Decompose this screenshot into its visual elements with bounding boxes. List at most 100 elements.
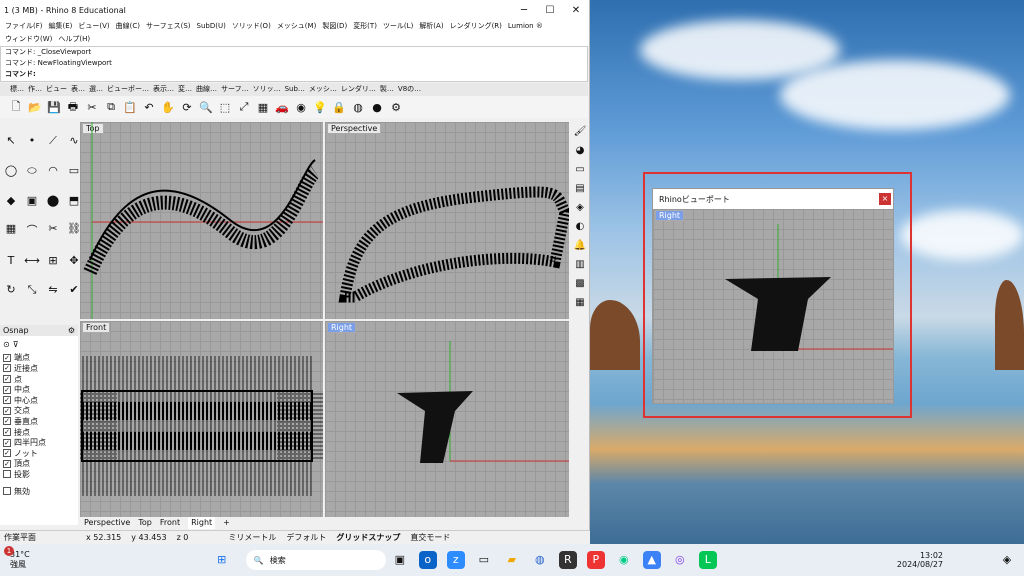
viewport-right[interactable]: Right xyxy=(325,321,569,517)
copy-icon[interactable]: ⧉ xyxy=(103,100,119,114)
osnap-near[interactable]: ✓ 近接点 xyxy=(0,363,78,374)
edge-icon[interactable]: ◍ xyxy=(531,551,549,569)
menu-lumion[interactable]: Lumion ® xyxy=(505,20,546,33)
osnap-int-check[interactable]: ✓ xyxy=(3,406,11,415)
menu-curve[interactable]: 曲線(C) xyxy=(113,20,143,33)
osnap-knot[interactable]: ✓ ノット xyxy=(0,448,78,459)
tab-13[interactable]: レンダリ… xyxy=(341,83,376,96)
brush-icon[interactable]: 🖌 xyxy=(574,126,587,137)
tab-8[interactable]: 曲線… xyxy=(196,83,217,96)
osnap-project[interactable]: 投影 xyxy=(0,469,78,480)
mirror-icon[interactable]: ⇋ xyxy=(44,283,62,310)
polyline-icon[interactable]: ⟋ xyxy=(44,134,62,161)
menu-tools[interactable]: ツール(L) xyxy=(380,20,416,33)
osnap-end[interactable]: ✓ 端点 xyxy=(0,353,78,364)
sphere-icon[interactable]: ⬤ xyxy=(44,194,62,220)
zoom-extents-icon[interactable]: ⤢ xyxy=(236,100,252,114)
vp-tab-right[interactable]: Right xyxy=(188,517,216,529)
tab-11[interactable]: Sub… xyxy=(285,83,305,96)
osnap-int[interactable]: ✓ 交点 xyxy=(0,406,78,417)
tab-15[interactable]: V8の… xyxy=(398,83,421,96)
menu-surface[interactable]: サーフェス(S) xyxy=(143,20,194,33)
zoom-window-icon[interactable]: ⬚ xyxy=(217,101,233,114)
vp-tab-perspective[interactable]: Perspective xyxy=(84,517,130,529)
menu-edit[interactable]: 編集(E) xyxy=(46,20,76,33)
osnap-vertex-check[interactable]: ✓ xyxy=(3,459,11,468)
minimize-button[interactable]: ─ xyxy=(511,5,537,16)
tab-0[interactable]: 標… xyxy=(10,83,24,96)
print-icon[interactable]: 🖶 xyxy=(65,98,81,117)
line-app-icon[interactable]: L xyxy=(698,551,717,569)
gear-icon[interactable]: ⚙ xyxy=(388,101,404,114)
osnap-center[interactable]: ✓ 中心点 xyxy=(0,395,78,406)
trim-icon[interactable]: ✂ xyxy=(44,222,62,251)
menu-transform[interactable]: 変形(T) xyxy=(350,20,380,33)
osnap-point-check[interactable]: ✓ xyxy=(3,375,11,384)
tab-3[interactable]: 表… xyxy=(71,83,85,96)
box-icon[interactable]: ▣ xyxy=(23,194,41,220)
osnap-point[interactable]: ✓ 点 xyxy=(0,374,78,385)
color-wheel-icon[interactable]: ◍ xyxy=(350,101,366,114)
tab-7[interactable]: 変… xyxy=(178,83,192,96)
osnap-perp-check[interactable]: ✓ xyxy=(3,417,11,426)
menu-window[interactable]: ウィンドウ(W) xyxy=(2,33,55,46)
osnap-near-check[interactable]: ✓ xyxy=(3,364,11,373)
tab-4[interactable]: 選… xyxy=(89,83,103,96)
render-icon[interactable]: ● xyxy=(369,101,385,114)
viewport-perspective[interactable]: Perspective xyxy=(325,122,569,319)
array-icon[interactable]: ⊞ xyxy=(44,254,62,280)
settings-icon[interactable]: ⚙ xyxy=(68,326,75,335)
osnap-mid[interactable]: ✓ 中点 xyxy=(0,384,78,395)
float-viewport[interactable]: Right xyxy=(653,209,893,403)
gridsnap-toggle[interactable]: グリッドスナップ xyxy=(336,531,400,544)
undo-icon[interactable]: ↶ xyxy=(141,101,157,114)
osnap-knot-check[interactable]: ✓ xyxy=(3,449,11,458)
photo-icon[interactable]: ▲ xyxy=(642,551,661,569)
scale-icon[interactable]: ⤡ xyxy=(23,283,41,310)
browser-icon[interactable]: ◉ xyxy=(615,551,633,569)
tab-12[interactable]: メッシ… xyxy=(309,83,337,96)
viewport-front[interactable]: Front xyxy=(80,321,323,517)
osnap-toggle-icon[interactable]: ⊙ xyxy=(3,340,10,349)
osnap-end-check[interactable]: ✓ xyxy=(3,353,11,362)
osnap-mid-check[interactable]: ✓ xyxy=(3,385,11,394)
cplane-label[interactable]: 作業平面 xyxy=(4,531,36,544)
zoom-icon[interactable]: 🔍 xyxy=(198,101,214,114)
menu-solid[interactable]: ソリッド(O) xyxy=(229,20,274,33)
ellipse-icon[interactable]: ⬭ xyxy=(23,164,41,191)
osnap-disable-check[interactable] xyxy=(3,487,11,496)
menu-view[interactable]: ビュー(V) xyxy=(75,20,112,33)
grid-icon[interactable]: ▦ xyxy=(255,101,271,114)
copilot-tray-icon[interactable]: ◈ xyxy=(998,551,1016,569)
units-label[interactable]: ミリメートル xyxy=(228,531,276,544)
lock-icon[interactable]: 🔒 xyxy=(331,101,347,114)
dimension-icon[interactable]: ⟷ xyxy=(23,254,41,280)
text-icon[interactable]: T xyxy=(2,254,20,280)
vp-tab-top[interactable]: Top xyxy=(138,517,152,529)
outlook-icon[interactable]: o xyxy=(418,551,437,569)
menu-mesh[interactable]: メッシュ(M) xyxy=(274,20,320,33)
rhino-app-icon[interactable]: R xyxy=(558,551,577,569)
tab-1[interactable]: 作… xyxy=(28,83,42,96)
osnap-center-check[interactable]: ✓ xyxy=(3,396,11,405)
osnap-quad[interactable]: ✓ 四半円点 xyxy=(0,437,78,448)
add-tab-icon[interactable]: + xyxy=(223,517,230,529)
osnap-tan[interactable]: ✓ 接点 xyxy=(0,427,78,438)
copilot-icon[interactable]: ◎ xyxy=(671,551,689,569)
tab-9[interactable]: サーフ… xyxy=(221,83,249,96)
point-icon[interactable]: • xyxy=(23,134,41,161)
maximize-button[interactable]: ☐ xyxy=(537,5,563,16)
checker-icon[interactable]: ▩ xyxy=(575,278,584,289)
float-close-button[interactable]: × xyxy=(879,193,891,205)
paste-icon[interactable]: 📋 xyxy=(122,101,138,114)
folder-icon[interactable]: ▰ xyxy=(503,551,521,569)
rotate-tool-icon[interactable]: ↻ xyxy=(2,283,20,310)
ortho-toggle[interactable]: 直交モード xyxy=(410,531,450,544)
display-icon[interactable]: ▭ xyxy=(575,164,584,175)
select-tool-icon[interactable]: ↖ xyxy=(2,134,20,161)
command-history[interactable]: コマンド: _CloseViewport コマンド: NewFloatingVi… xyxy=(0,46,588,82)
menu-subd[interactable]: SubD(U) xyxy=(194,20,229,33)
layer-icon[interactable]: ▤ xyxy=(575,183,584,194)
material-icon[interactable]: ◈ xyxy=(576,202,584,213)
tab-5[interactable]: ビューポー… xyxy=(107,83,149,96)
